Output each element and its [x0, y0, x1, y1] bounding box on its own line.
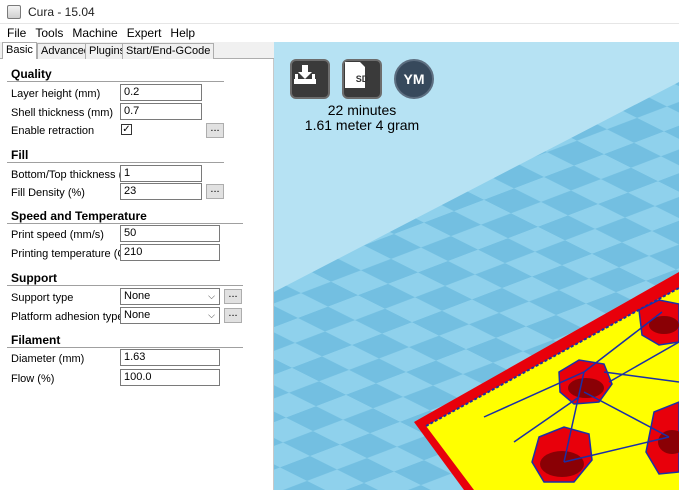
platform-adhesion-select[interactable]: None ⌵: [120, 307, 220, 324]
printing-temperature-label: Printing temperature (C): [11, 248, 129, 260]
diameter-input[interactable]: 1.63: [120, 349, 220, 366]
support-type-value: None: [124, 290, 151, 302]
checkmark-icon: ✓: [122, 124, 131, 135]
layer-height-label: Layer height (mm): [11, 88, 101, 100]
fill-header: Fill: [11, 148, 29, 162]
settings-panel: Quality Layer height (mm) 0.2 Shell thic…: [0, 59, 274, 490]
platform-adhesion-label: Platform adhesion type: [11, 311, 124, 323]
chevron-down-icon: ⌵: [208, 310, 215, 320]
menu-expert[interactable]: Expert: [127, 26, 162, 40]
menu-bar: File Tools Machine Expert Help: [0, 24, 679, 42]
fill-details-button[interactable]: ...: [206, 184, 224, 199]
quality-header: Quality: [11, 67, 52, 81]
3d-viewport[interactable]: SD YM 22 minutes 1.61 meter 4 gram: [274, 42, 679, 490]
support-details-button[interactable]: ...: [224, 289, 242, 304]
app-icon: [7, 4, 21, 19]
material-usage-text: 1.61 meter 4 gram: [304, 117, 420, 133]
enable-retraction-checkbox[interactable]: ✓: [121, 124, 132, 135]
flow-label: Flow (%): [11, 373, 55, 385]
tab-basic[interactable]: Basic: [2, 42, 37, 60]
ym-button[interactable]: YM: [394, 59, 434, 99]
printing-temperature-input[interactable]: 210: [120, 244, 220, 261]
fill-density-label: Fill Density (%): [11, 187, 85, 199]
support-type-select[interactable]: None ⌵: [120, 288, 220, 305]
filament-divider: [7, 347, 243, 348]
menu-machine[interactable]: Machine: [72, 26, 117, 40]
menu-file[interactable]: File: [7, 26, 26, 40]
fill-divider: [7, 162, 224, 163]
diameter-label: Diameter (mm): [11, 353, 85, 365]
filament-header: Filament: [11, 333, 61, 347]
fill-density-input[interactable]: 23: [120, 183, 202, 200]
layer-height-input[interactable]: 0.2: [120, 84, 202, 101]
support-divider: [7, 285, 243, 286]
print-speed-label: Print speed (mm/s): [11, 229, 104, 241]
ym-icon: YM: [403, 71, 425, 87]
adhesion-details-button[interactable]: ...: [224, 308, 242, 323]
print-speed-input[interactable]: 50: [120, 225, 220, 242]
enable-retraction-label: Enable retraction: [11, 125, 95, 137]
support-type-label: Support type: [11, 292, 74, 304]
title-bar: Cura - 15.04: [0, 0, 679, 24]
menu-tools[interactable]: Tools: [35, 26, 63, 40]
load-model-button[interactable]: [290, 59, 330, 99]
retraction-details-button[interactable]: ...: [206, 123, 224, 138]
settings-tabs: Basic Advanced Plugins Start/End-GCode: [0, 42, 274, 60]
support-header: Support: [11, 271, 57, 285]
sd-label: SD: [355, 74, 369, 84]
speed-temperature-header: Speed and Temperature: [11, 209, 147, 223]
chevron-down-icon: ⌵: [208, 291, 215, 301]
save-to-sd-button[interactable]: SD: [342, 59, 382, 99]
bottom-top-thickness-input[interactable]: 1: [120, 165, 202, 182]
speed-temperature-divider: [7, 223, 243, 224]
shell-thickness-label: Shell thickness (mm): [11, 107, 114, 119]
window-title: Cura - 15.04: [28, 4, 95, 19]
platform-adhesion-value: None: [124, 309, 151, 321]
shell-thickness-input[interactable]: 0.7: [120, 103, 202, 120]
menu-help[interactable]: Help: [170, 26, 195, 40]
flow-input[interactable]: 100.0: [120, 369, 220, 386]
load-icon: [294, 65, 316, 84]
tab-start-end-gcode[interactable]: Start/End-GCode: [122, 43, 215, 59]
quality-divider: [7, 81, 224, 82]
print-time-text: 22 minutes: [327, 102, 397, 118]
